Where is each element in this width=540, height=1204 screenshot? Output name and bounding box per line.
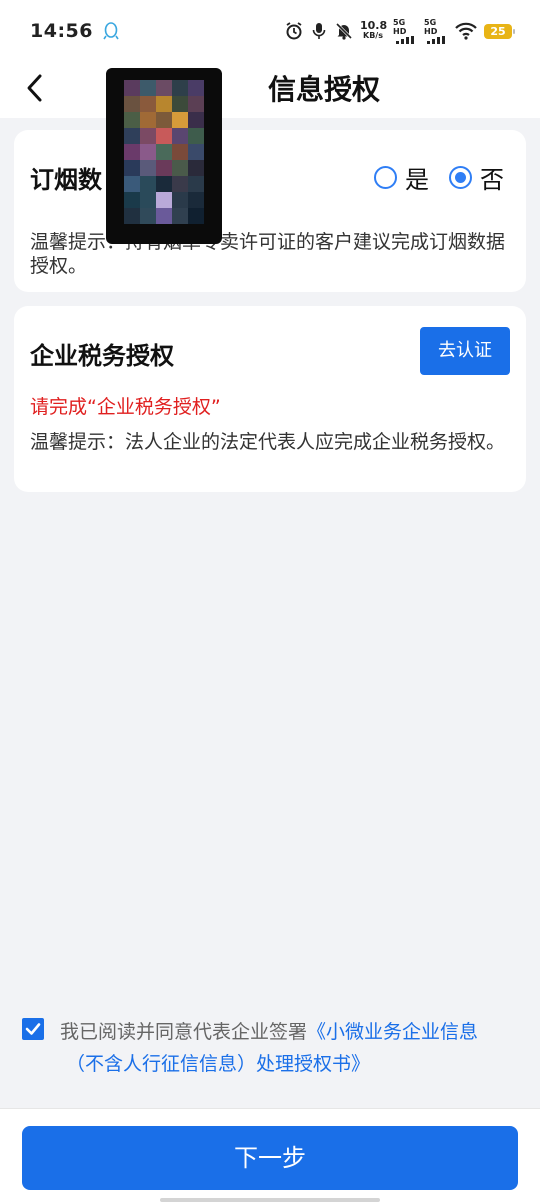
radio-yes-label: 是 <box>405 166 429 194</box>
agreement-link-line1[interactable]: 《小微业务企业信息 <box>307 1021 478 1043</box>
agreement-checkbox[interactable] <box>22 1018 44 1040</box>
battery-icon: 25 <box>484 23 515 39</box>
qq-notification-icon <box>103 22 119 40</box>
check-icon <box>25 1023 41 1035</box>
net-speed-value: 10.8 <box>360 19 388 32</box>
screen: 14:56 10.8 KB/s 5G HD 5G HD 25 信息授权 订烟数 … <box>0 0 540 1204</box>
mosaic-pattern <box>124 80 204 224</box>
page-title: 信息授权 <box>0 68 540 108</box>
wifi-icon <box>455 22 477 40</box>
radio-yes[interactable] <box>374 166 397 189</box>
radio-no[interactable] <box>449 166 472 189</box>
radio-option-yes[interactable]: 是 <box>374 160 429 195</box>
net-speed: 10.8 KB/s <box>360 19 388 41</box>
verify-button[interactable]: 去认证 <box>420 327 510 375</box>
page-title-text: 信息授权 <box>267 73 380 106</box>
microphone-icon <box>310 22 328 40</box>
status-time: 14:56 <box>30 20 93 42</box>
alarm-icon <box>285 22 303 40</box>
signal-sim1-icon: 5G HD <box>393 18 417 44</box>
redaction-overlay <box>106 68 222 244</box>
radio-option-no[interactable]: 否 <box>449 160 504 195</box>
tax-auth-warning: 请完成“企业税务授权” <box>30 396 221 418</box>
radio-no-label: 否 <box>480 166 504 194</box>
tobacco-auth-tip: 温馨提示：持有烟草专卖许可证的客户建议完成订烟数据授权。 <box>30 231 506 277</box>
tax-auth-card: 企业税务授权 去认证 请完成“企业税务授权” 温馨提示：法人企业的法定代表人应完… <box>14 306 526 492</box>
bottom-action-area: 下一步 <box>0 1108 540 1204</box>
agreement-prefix: 我已阅读并同意代表企业签署 <box>60 1021 308 1043</box>
tax-auth-title: 企业税务授权 <box>30 342 174 370</box>
status-bar: 14:56 10.8 KB/s 5G HD 5G HD 25 <box>0 0 540 62</box>
net-speed-unit: KB/s <box>363 31 383 40</box>
signal-sim2-icon: 5G HD <box>424 18 448 44</box>
agreement-link-line2[interactable]: （不含人行征信信息）处理授权书》 <box>66 1048 516 1080</box>
tobacco-auth-title: 订烟数 <box>30 166 102 194</box>
home-indicator[interactable] <box>160 1198 380 1202</box>
sim1-label: 5G HD <box>393 18 407 36</box>
tobacco-auth-card: 订烟数 是 否 温馨提示：持有烟草专卖许可证的客户建议完成订烟数据授权。 <box>14 130 526 292</box>
tobacco-auth-radio-group: 是 否 <box>362 160 504 195</box>
mute-bell-icon <box>335 22 353 40</box>
tax-auth-tip: 温馨提示：法人企业的法定代表人应完成企业税务授权。 <box>30 431 506 453</box>
agreement-text: 我已阅读并同意代表企业签署《小微业务企业信息 <box>60 1016 510 1048</box>
next-step-button[interactable]: 下一步 <box>22 1126 518 1190</box>
nav-bar: 信息授权 <box>0 62 540 118</box>
sim2-label: 5G HD <box>424 18 438 36</box>
